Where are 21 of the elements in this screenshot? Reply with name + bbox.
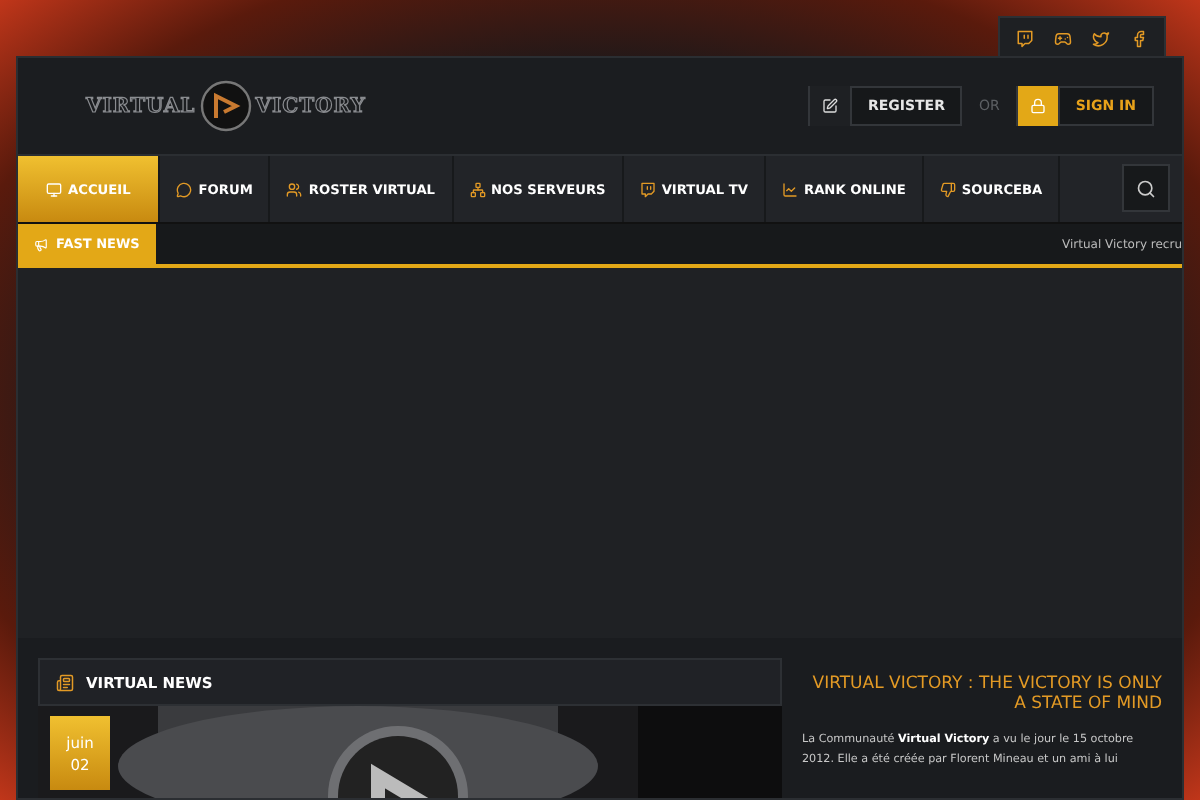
chat-icon: [176, 181, 193, 197]
search-button[interactable]: [1122, 164, 1170, 212]
gamepad-icon[interactable]: [1054, 29, 1072, 47]
edit-icon: [821, 98, 838, 114]
lock-icon: [1029, 98, 1046, 114]
users-icon: [286, 181, 303, 197]
tv-icon: [639, 181, 656, 197]
twitch-icon[interactable]: [1016, 29, 1034, 47]
logo-icon[interactable]: [199, 80, 252, 132]
search-icon: [1136, 177, 1156, 199]
twitter-icon[interactable]: [1092, 29, 1110, 47]
facebook-icon[interactable]: [1130, 29, 1148, 47]
network-icon: [469, 181, 486, 197]
newspaper-icon: [56, 673, 74, 691]
chart-icon: [782, 181, 798, 197]
logo-text: VIRTUAL: [86, 95, 196, 117]
monitor-icon: [46, 181, 62, 197]
megaphone-icon: [34, 237, 48, 251]
thumbs-down-icon: [939, 181, 956, 197]
logo-text: VICTORY: [255, 95, 366, 117]
about-title: VIRTUAL VICTORY : THE VICTORY IS ONLY A STATE OF MIND: [810, 674, 1162, 714]
